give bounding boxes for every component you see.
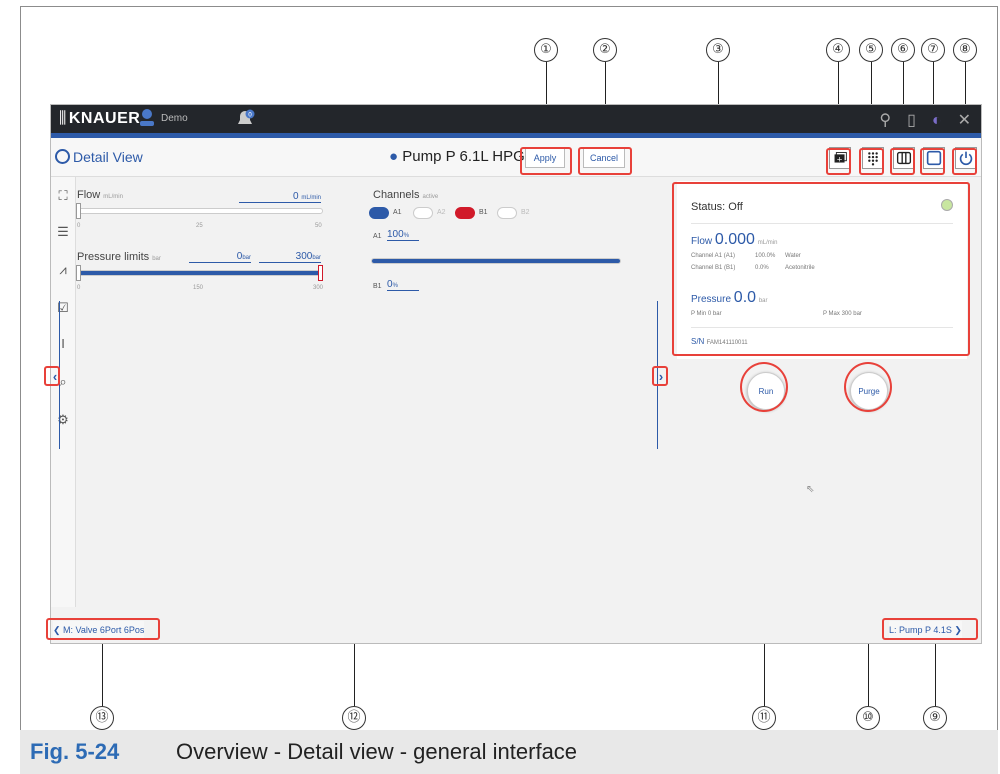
callout-8: ⑧ — [953, 38, 977, 62]
callout-12: ⑫ — [342, 706, 366, 730]
b1-percent-field[interactable]: 0% — [387, 279, 419, 291]
callout-5: ⑤ — [859, 38, 883, 62]
callout-4: ④ — [826, 38, 850, 62]
highlight-7 — [920, 148, 945, 175]
knauer-logo: ⫼ KNAUER — [59, 110, 141, 127]
mouse-pointer-icon: ⇖ — [806, 484, 815, 495]
pressure-limits-label: Pressure limits bar — [77, 251, 161, 263]
pressure-tick-150: 150 — [193, 285, 204, 291]
callout-7: ⑦ — [921, 38, 945, 62]
flow-slider[interactable] — [77, 208, 323, 214]
channels-label: Channels active — [373, 189, 439, 201]
callout-10: ⑩ — [856, 706, 880, 730]
highlight-4 — [826, 148, 851, 175]
highlight-left-arrow — [44, 366, 60, 386]
system-tree-icon[interactable]: ⛶ — [56, 189, 70, 203]
pressure-slider-fill — [78, 271, 322, 275]
b1-percent-label: B1 — [373, 283, 382, 290]
leader-9 — [935, 640, 936, 706]
pressure-max-field[interactable]: 300bar — [259, 251, 321, 263]
channel-a1-label: A1 — [393, 209, 402, 216]
flow-tick-25: 25 — [196, 223, 203, 229]
close-icon[interactable]: ✕ — [958, 112, 971, 129]
device-name: Pump P 6.1L HPG — [402, 148, 525, 165]
device-title: ● Pump P 6.1L HPG — [389, 148, 525, 165]
callout-6: ⑥ — [891, 38, 915, 62]
flow-slider-handle[interactable] — [76, 203, 81, 219]
highlight-6 — [890, 148, 915, 175]
highlight-run — [740, 362, 788, 412]
user-icon[interactable] — [139, 108, 155, 128]
channel-b1-toggle[interactable] — [455, 207, 475, 219]
callout-13: ⑬ — [90, 706, 114, 730]
callout-9: ⑨ — [923, 706, 947, 730]
highlight-next-device — [882, 618, 978, 640]
brand-name: KNAUER — [68, 110, 141, 127]
channel-b2-label: B2 — [521, 209, 530, 216]
pressure-tick-0: 0 — [77, 285, 81, 291]
channel-mix-fill — [372, 259, 620, 263]
callout-1: ① — [534, 38, 558, 62]
network-icon[interactable]: ⚲ — [879, 112, 891, 129]
detail-view-icon — [55, 149, 70, 164]
a1-percent-field[interactable]: 100% — [387, 229, 419, 241]
window-controls: ⚲ ▯ ◐ ✕ — [863, 110, 971, 130]
highlight-8 — [952, 148, 977, 175]
pressure-max-handle[interactable] — [318, 265, 323, 281]
callout-2: ② — [593, 38, 617, 62]
channel-a2-label: A2 — [437, 209, 446, 216]
chart-icon[interactable]: ⩘ — [56, 263, 70, 277]
channel-a1-toggle[interactable] — [369, 207, 389, 219]
flow-tick-0: 0 — [77, 223, 81, 229]
highlight-apply — [520, 147, 572, 175]
pressure-tick-300: 300 — [313, 285, 324, 291]
callout-11: ⑪ — [752, 706, 776, 730]
highlight-purge — [844, 362, 892, 412]
pressure-min-field[interactable]: 0bar — [189, 251, 251, 263]
pressure-min-handle[interactable] — [76, 265, 81, 281]
channel-a2-toggle[interactable] — [413, 207, 433, 219]
minimize-icon[interactable]: ▯ — [907, 112, 916, 129]
sidebar: ⛶ ☰ ⩘ ☑ I ⌕ ⚙ — [51, 177, 76, 607]
a1-percent-label: A1 — [373, 233, 382, 240]
figure-number: Fig. 5-24 — [30, 739, 120, 764]
flow-tick-50: 50 — [315, 223, 322, 229]
figure-caption-text: Overview - Detail view - general interfa… — [176, 739, 578, 764]
drop-icon: ● — [389, 148, 399, 165]
highlight-right-arrow — [652, 366, 668, 386]
method-list-icon[interactable]: ☰ — [56, 225, 70, 239]
highlight-5 — [859, 148, 884, 175]
highlight-cancel — [578, 147, 632, 175]
user-name: Demo — [161, 113, 188, 124]
highlight-prev-device — [46, 618, 160, 640]
top-bar: ⫼ KNAUER Demo 0 ⚲ ▯ ◐ ✕ — [51, 105, 981, 138]
notification-bell-icon[interactable]: 0 — [234, 109, 256, 129]
svg-text:0: 0 — [248, 112, 252, 119]
flow-label: Flow mL/min — [77, 189, 123, 201]
channel-b2-toggle[interactable] — [497, 207, 517, 219]
theme-icon[interactable]: ◐ — [932, 112, 942, 129]
leader-13 — [102, 640, 103, 706]
figure-caption: Fig. 5-24 Overview - Detail view - gener… — [20, 730, 998, 774]
flow-value-field[interactable]: 0 mL/min — [239, 191, 321, 203]
highlight-status — [672, 182, 970, 356]
channel-b1-label: B1 — [479, 209, 488, 216]
page-title: Detail View — [73, 149, 143, 165]
callout-3: ③ — [706, 38, 730, 62]
